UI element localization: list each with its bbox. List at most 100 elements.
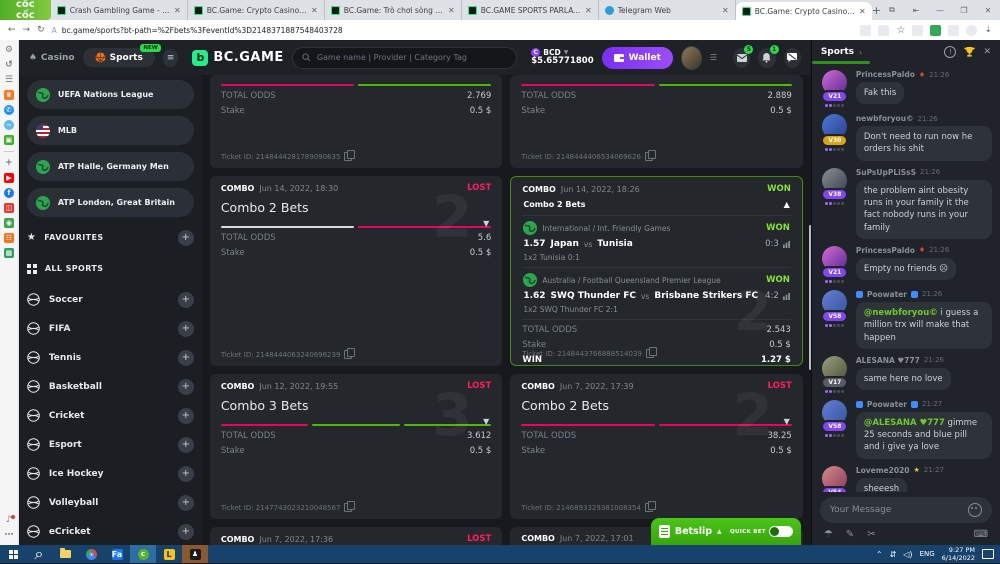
wave-app-icon[interactable]: ~ [4, 120, 14, 130]
add-sport-button[interactable]: + [178, 437, 194, 453]
profile-icon[interactable] [966, 25, 977, 36]
network-icon[interactable]: ⇵ [890, 550, 897, 559]
sidebar-item-basketball[interactable]: Basketball+ [27, 372, 194, 401]
add-sport-button[interactable]: + [178, 408, 194, 424]
browser-tab[interactable]: BC.Game: Crypto Casino Gan✕ [736, 2, 872, 20]
sidebar-item-volleyball[interactable]: Volleyball+ [27, 488, 194, 517]
username[interactable]: PrincessPaldo [856, 70, 915, 79]
bet-card[interactable]: TOTAL ODDS2.769Stake0.5 $Ticket ID: 2148… [210, 75, 503, 168]
sidebar-league-item[interactable]: ATP London, Great Britain [27, 188, 194, 217]
extension-icon[interactable] [878, 25, 889, 36]
copy-icon[interactable] [645, 152, 653, 161]
stats-icon[interactable] [783, 293, 790, 300]
download-icon[interactable]: ⇣ [984, 25, 992, 35]
nav-sports[interactable]: Sports NEW [83, 48, 155, 67]
site-security-icon[interactable]: A [52, 26, 57, 35]
taskbar-clock[interactable]: 9:27 PM 6/14/2022 [942, 546, 975, 562]
cart-icon[interactable]: ☷ [4, 233, 14, 243]
bet-card[interactable]: TOTAL ODDS2.889Stake0.5 $Ticket ID: 2148… [510, 75, 803, 168]
sidebar-item-ecricket[interactable]: eCricket+ [27, 517, 194, 545]
sidebar-item-tennis[interactable]: Tennis+ [27, 343, 194, 372]
account-menu-icon[interactable]: ☰ [710, 53, 717, 62]
address-bar[interactable]: A bc.game/sports?bt-path=%2Fbets%3Fevent… [52, 23, 854, 37]
youtube-icon[interactable]: ▶ [4, 173, 14, 183]
quick-bet-toggle[interactable]: QUICK BET [730, 526, 793, 537]
chat-message-input[interactable]: Your Message [820, 497, 992, 523]
nav-casino[interactable]: ♠ Casino [29, 53, 75, 63]
stats-icon[interactable] [783, 241, 790, 248]
username[interactable]: Poowater [867, 290, 907, 299]
facebook-app-icon[interactable]: Fa [104, 545, 130, 563]
rules-icon[interactable]: ✎ [846, 529, 854, 540]
new-tab-button[interactable]: + [872, 0, 881, 20]
add-sport-button[interactable]: + [178, 524, 194, 540]
betslip-button[interactable]: Betslip ▲ QUICK BET [651, 518, 801, 545]
collapse-caret-icon[interactable]: ▲ [784, 200, 790, 209]
reload-button[interactable]: ↻ [37, 25, 45, 35]
bet-card[interactable]: COMBOJun 12, 2022, 19:55LOSTCombo 3 Bets… [210, 374, 503, 519]
sidebar-league-item[interactable]: UEFA Nations League [27, 80, 194, 109]
browser-tab[interactable]: Crash Gambling Game - BC.G✕ [51, 0, 188, 20]
gamepad-icon[interactable]: ▣ [4, 135, 14, 145]
forward-button[interactable]: → [23, 25, 31, 35]
sidebar-item-fifa[interactable]: FIFA+ [27, 314, 194, 343]
tab-close-icon[interactable]: ✕ [722, 6, 729, 15]
inbox-button[interactable]: 5 [733, 48, 750, 68]
expand-caret-icon[interactable]: ▼ [483, 219, 489, 228]
rain-icon[interactable]: ☂ [824, 529, 833, 540]
avatar[interactable] [681, 46, 702, 70]
bell-strip-icon[interactable]: ♪ [4, 515, 14, 525]
reading-list-icon[interactable]: ☰ [4, 75, 14, 85]
tab-close-icon[interactable]: ✕ [448, 6, 455, 15]
screenshot-icon[interactable]: ⧉ [881, 5, 903, 15]
search-input[interactable]: Game name | Provider | Category Tag [292, 47, 517, 69]
tab-close-icon[interactable]: ✕ [311, 6, 318, 15]
start-button[interactable] [0, 545, 26, 563]
sidebar-item-esport[interactable]: Esport+ [27, 430, 194, 459]
message-bubble[interactable]: same here no love [856, 368, 951, 390]
add-sport-button[interactable]: + [178, 495, 194, 511]
close-panel-icon[interactable]: ✕ [983, 47, 991, 57]
chrome-icon[interactable] [78, 545, 104, 563]
file-explorer-icon[interactable] [52, 545, 78, 563]
expand-caret-icon[interactable]: ▼ [784, 417, 790, 426]
league-app-icon[interactable]: L [156, 545, 182, 563]
facebook-icon[interactable]: f [4, 188, 14, 198]
attach-icon[interactable]: ✂ [867, 529, 875, 540]
chat-toggle-button[interactable] [784, 48, 801, 68]
message-bubble[interactable]: the problem aint obesity runs in your fa… [856, 180, 992, 239]
copy-icon[interactable] [344, 503, 352, 512]
trophy-icon[interactable] [964, 47, 975, 57]
message-bubble[interactable]: Fak this [856, 82, 904, 104]
coccoc-taskbar-icon[interactable]: c [130, 545, 156, 563]
wallet-button[interactable]: Wallet [602, 47, 673, 69]
more-icon[interactable]: ⋯ [4, 530, 14, 540]
notifications-button[interactable]: 1 [758, 48, 775, 68]
sidebar-item-soccer[interactable]: Soccer+ [27, 285, 194, 314]
menu-toggle-button[interactable]: ≡ [163, 49, 179, 67]
minimize-button[interactable]: — [929, 6, 951, 15]
copy-icon[interactable] [646, 349, 654, 358]
add-shortcut-icon[interactable]: + [4, 158, 14, 168]
action-center-icon[interactable] [982, 549, 994, 559]
info-icon[interactable]: ! [944, 46, 956, 58]
browser-tab[interactable]: BC.Game: Trò chơi sòng bạc t✕ [325, 0, 462, 20]
expand-caret-icon[interactable]: ▼ [483, 417, 489, 426]
username[interactable]: PrincessPaldo [856, 246, 915, 255]
copy-icon[interactable] [344, 350, 352, 359]
chevron-right-icon[interactable]: › [859, 48, 862, 57]
add-sport-button[interactable]: + [178, 379, 194, 395]
username[interactable]: Loveme2020 [856, 466, 910, 475]
tray-chevron-icon[interactable]: ⌃ [876, 550, 883, 559]
close-button[interactable]: ✕ [977, 6, 999, 15]
crown-icon[interactable]: ♛ [4, 90, 14, 100]
shop-icon[interactable]: ◫ [4, 203, 14, 213]
bet-card[interactable]: COMBOJun 14, 2022, 18:30LOSTCombo 2 Bets… [210, 176, 503, 366]
sidebar-item-favourites[interactable]: ★ FAVOURITES + [27, 224, 194, 251]
coccoc-brand[interactable]: cốc cốc [0, 0, 51, 20]
taskbar-search[interactable]: ⌕ [26, 545, 52, 563]
add-sport-button[interactable]: + [178, 466, 194, 482]
tab-close-icon[interactable]: ✕ [174, 6, 181, 15]
language-indicator[interactable]: ENG [920, 550, 935, 558]
active-app-icon[interactable]: ♟ [182, 545, 208, 563]
